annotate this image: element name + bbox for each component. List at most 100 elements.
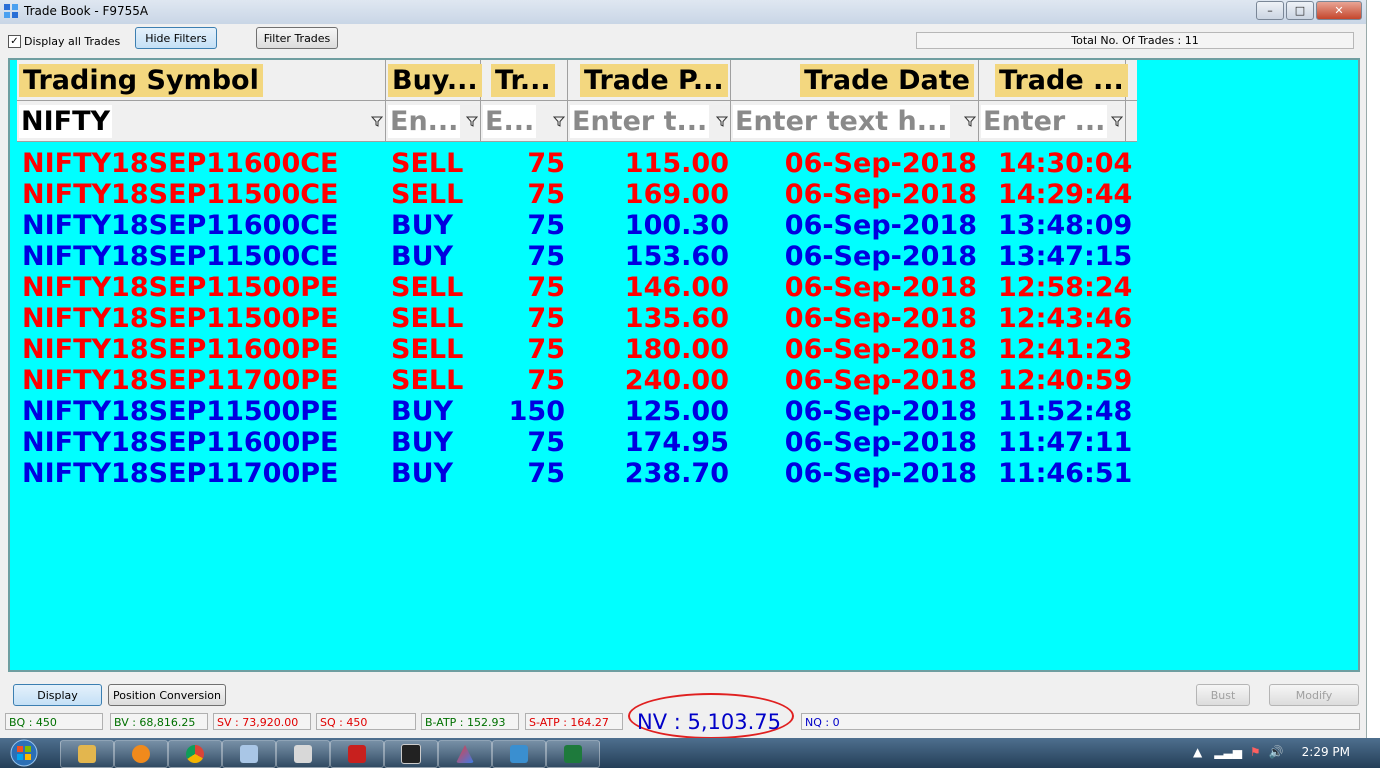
pdf-icon: [348, 745, 366, 763]
filter-cell-trade-price[interactable]: Enter t...: [568, 101, 731, 141]
taskbar-calculator[interactable]: [276, 740, 330, 768]
column-label: Buy...: [388, 64, 482, 97]
cell-qty: 75: [527, 148, 565, 179]
taskbar-media-player[interactable]: [114, 740, 168, 768]
cell-qty: 75: [527, 303, 565, 334]
column-header-buy-sell[interactable]: Buy...: [386, 60, 482, 100]
filter-funnel-icon[interactable]: [371, 115, 383, 127]
position-conversion-button[interactable]: Position Conversion: [108, 684, 226, 706]
cell-qty: 75: [527, 334, 565, 365]
table-row[interactable]: NIFTY18SEP11600PE SELL 75 180.00 06-Sep-2018…: [17, 334, 1137, 365]
filter-cell-buy-sell[interactable]: En...: [386, 101, 481, 141]
taskbar-excel[interactable]: [546, 740, 600, 768]
table-row[interactable]: NIFTY18SEP11500CE SELL 75 169.00 06-Sep-2018…: [17, 179, 1137, 210]
filter-input-trading-symbol[interactable]: NIFTY: [19, 105, 113, 138]
clock[interactable]: 2:29 PM: [1302, 745, 1350, 759]
status-sq: SQ : 450: [316, 713, 416, 730]
filter-trades-button[interactable]: Filter Trades: [256, 27, 338, 49]
modify-button[interactable]: Modify: [1269, 684, 1359, 706]
filter-input-trade-price[interactable]: Enter t...: [570, 105, 710, 138]
column-header-trade-qty[interactable]: Tr...: [481, 60, 568, 100]
cell-time: 12:41:23: [998, 334, 1133, 365]
cell-qty: 75: [527, 458, 565, 489]
checkbox-box[interactable]: ✓: [8, 35, 21, 48]
chrome-icon: [186, 745, 204, 763]
taskbar-chrome[interactable]: [168, 740, 222, 768]
title-bar: Trade Book - F9755A – □ ✕: [0, 0, 1366, 24]
table-row[interactable]: NIFTY18SEP11600PE BUY 75 174.95 06-Sep-2018 1…: [17, 427, 1137, 458]
cell-qty: 75: [527, 210, 565, 241]
cell-symbol: NIFTY18SEP11600CE: [22, 210, 339, 241]
window-icon: [240, 745, 258, 763]
column-header-trading-symbol[interactable]: Trading Symbol: [17, 60, 386, 100]
filter-funnel-icon[interactable]: [1111, 115, 1123, 127]
table-row[interactable]: NIFTY18SEP11700PE SELL 75 240.00 06-Sep-2018…: [17, 365, 1137, 396]
cell-symbol: NIFTY18SEP11600CE: [22, 148, 339, 179]
network-icon[interactable]: ▂▃▅: [1214, 745, 1242, 759]
filter-funnel-icon[interactable]: [716, 115, 728, 127]
window-title: Trade Book - F9755A: [24, 4, 149, 18]
cell-symbol: NIFTY18SEP11500CE: [22, 179, 339, 210]
filter-funnel-icon[interactable]: [553, 115, 565, 127]
taskbar-window[interactable]: [222, 740, 276, 768]
filter-funnel-icon[interactable]: [964, 115, 976, 127]
filter-input-trade-date[interactable]: Enter text h...: [733, 105, 950, 138]
taskbar-pdf[interactable]: [330, 740, 384, 768]
trades-grid[interactable]: Trading Symbol Buy... Tr... Trade P... T…: [8, 58, 1360, 672]
display-button[interactable]: Display: [13, 684, 102, 706]
cell-symbol: NIFTY18SEP11500PE: [22, 303, 339, 334]
table-row[interactable]: NIFTY18SEP11600CE BUY 75 100.30 06-Sep-2018 1…: [17, 210, 1137, 241]
column-header-trade-time[interactable]: Trade ...: [979, 60, 1128, 100]
table-row[interactable]: NIFTY18SEP11700PE BUY 75 238.70 06-Sep-2018 1…: [17, 458, 1137, 489]
hide-filters-button[interactable]: Hide Filters: [135, 27, 217, 49]
filter-input-trade-time[interactable]: Enter ...: [981, 105, 1108, 138]
trading-app-icon: [401, 744, 421, 764]
cell-date: 06-Sep-2018: [784, 210, 977, 241]
column-header-trade-date[interactable]: Trade Date: [731, 60, 979, 100]
volume-icon[interactable]: 🔊: [1269, 745, 1284, 759]
column-label: Trade P...: [580, 64, 728, 97]
taskbar-trading-app[interactable]: [384, 740, 438, 768]
cell-qty: 75: [527, 241, 565, 272]
app-icon: [4, 4, 18, 18]
trade-rows: NIFTY18SEP11600CE SELL 75 115.00 06-Sep-2018…: [17, 148, 1137, 489]
table-row[interactable]: NIFTY18SEP11500PE BUY 150 125.00 06-Sep-2018…: [17, 396, 1137, 427]
minimize-button[interactable]: –: [1256, 1, 1284, 20]
filter-cell-trade-time[interactable]: Enter ...: [979, 101, 1126, 141]
tray-arrow-icon[interactable]: ▲: [1193, 745, 1202, 759]
table-row[interactable]: NIFTY18SEP11600CE SELL 75 115.00 06-Sep-2018…: [17, 148, 1137, 179]
maximize-button[interactable]: □: [1286, 1, 1314, 20]
cell-time: 11:46:51: [998, 458, 1133, 489]
status-b-atp: B-ATP : 152.93: [421, 713, 519, 730]
taskbar-explorer[interactable]: [60, 740, 114, 768]
cell-date: 06-Sep-2018: [784, 241, 977, 272]
table-row[interactable]: NIFTY18SEP11500CE BUY 75 153.60 06-Sep-2018 1…: [17, 241, 1137, 272]
filter-cell-trade-qty[interactable]: E...: [481, 101, 568, 141]
filter-input-trade-qty[interactable]: E...: [483, 105, 537, 138]
filter-cell-trade-date[interactable]: Enter text h...: [731, 101, 979, 141]
cell-side: SELL: [391, 365, 464, 396]
cell-symbol: NIFTY18SEP11600PE: [22, 427, 339, 458]
excel-icon: [564, 745, 582, 763]
cell-date: 06-Sep-2018: [784, 458, 977, 489]
start-button-icon[interactable]: [2, 738, 46, 768]
cell-time: 11:47:11: [998, 427, 1133, 458]
bust-button[interactable]: Bust: [1196, 684, 1250, 706]
filter-funnel-icon[interactable]: [466, 115, 478, 127]
cell-time: 13:47:15: [998, 241, 1133, 272]
filter-cell-trading-symbol[interactable]: NIFTY: [17, 101, 386, 141]
close-button[interactable]: ✕: [1316, 1, 1362, 20]
taskbar-folder[interactable]: [492, 740, 546, 768]
cell-price: 146.00: [624, 272, 729, 303]
cell-date: 06-Sep-2018: [784, 179, 977, 210]
cell-symbol: NIFTY18SEP11500PE: [22, 272, 339, 303]
table-row[interactable]: NIFTY18SEP11500PE SELL 75 146.00 06-Sep-2018…: [17, 272, 1137, 303]
display-all-trades-checkbox[interactable]: ✓ Display all Trades: [8, 35, 120, 48]
taskbar-triangle-app[interactable]: [438, 740, 492, 768]
filter-input-buy-sell[interactable]: En...: [388, 105, 461, 138]
table-row[interactable]: NIFTY18SEP11500PE SELL 75 135.60 06-Sep-2018…: [17, 303, 1137, 334]
cell-time: 14:29:44: [998, 179, 1133, 210]
cell-symbol: NIFTY18SEP11500CE: [22, 241, 339, 272]
action-center-icon[interactable]: ⚑: [1250, 745, 1261, 759]
column-header-trade-price[interactable]: Trade P...: [568, 60, 731, 100]
